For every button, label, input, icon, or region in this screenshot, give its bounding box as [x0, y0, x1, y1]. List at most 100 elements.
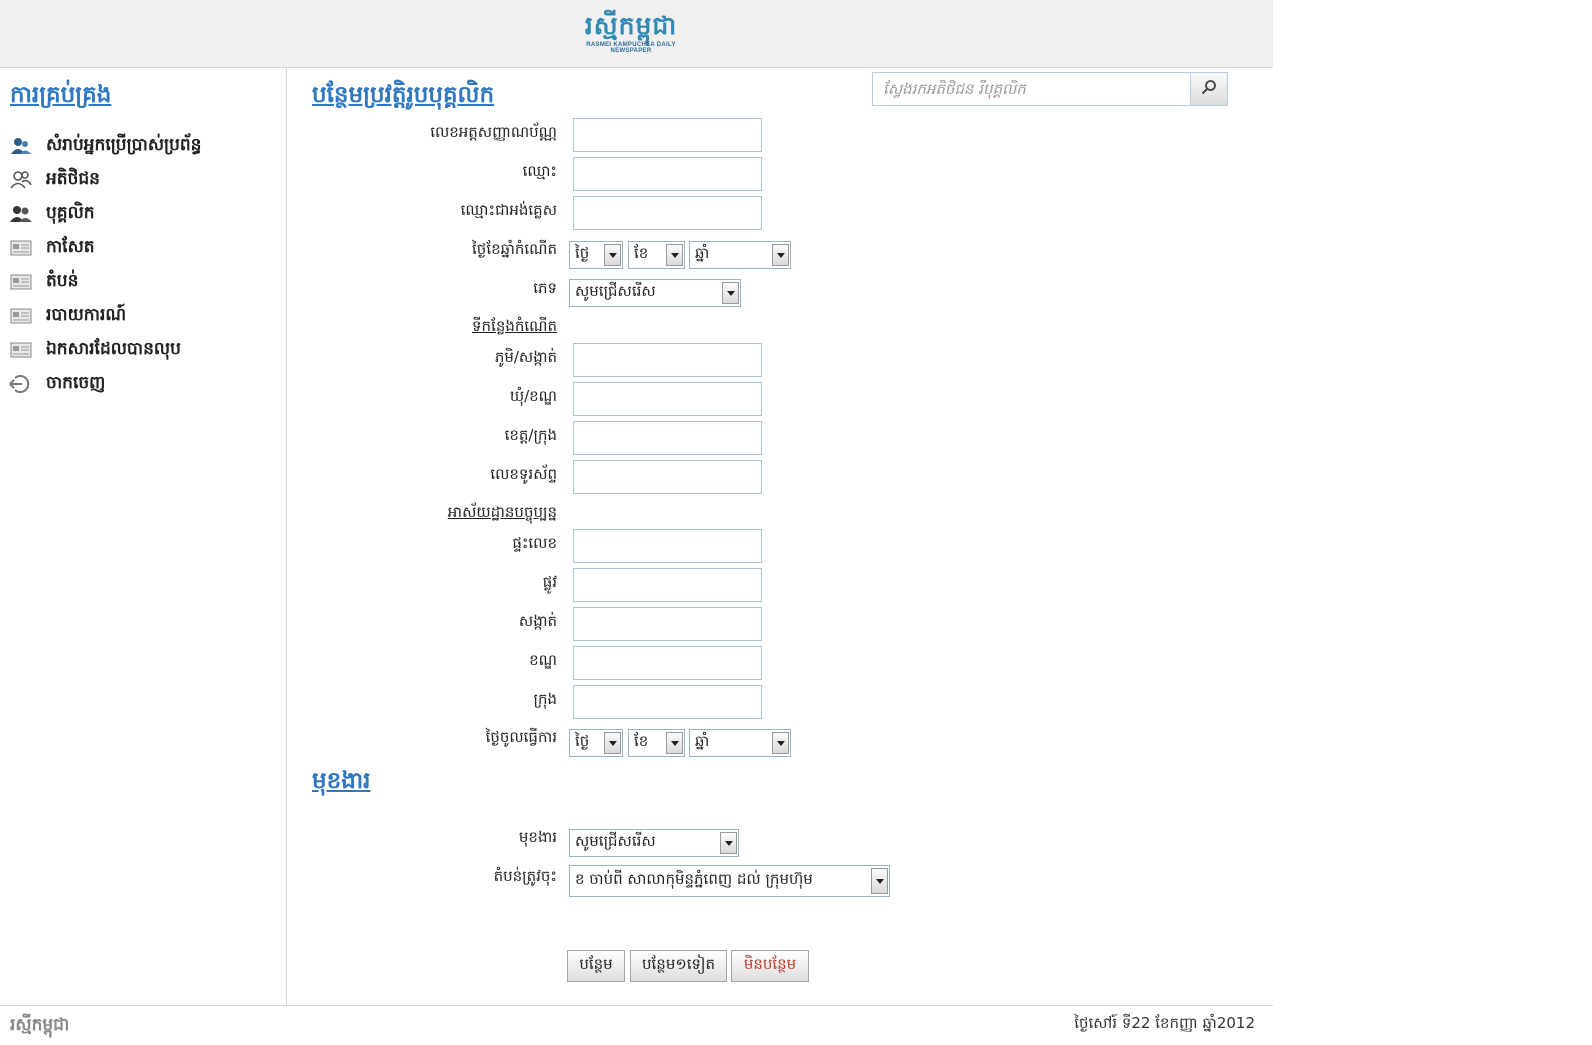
- dob-year-value: ឆ្នាំ: [695, 244, 710, 262]
- report-icon: [8, 305, 34, 327]
- chevron-down-icon: [604, 244, 621, 266]
- sidebar-item-label: របាយការណ៍: [46, 304, 127, 325]
- commune-label: ឃុំ/ខណ្ឌ: [509, 387, 557, 405]
- newspaper-icon: [8, 237, 34, 259]
- dob-day-value: ថ្ងៃ: [575, 244, 590, 262]
- area-label: តំបន់ត្រូវចុះ: [493, 867, 557, 885]
- main-content: បន្ថែមប្រវត្តិរូបបុគ្គលិក លេខអត្តសញ្ញាណប…: [287, 67, 1273, 1005]
- province-label: ខេត្ត/ក្រុង: [504, 426, 557, 444]
- name-label: ឈ្មោះ: [522, 162, 557, 180]
- chevron-down-icon: [604, 732, 621, 754]
- chevron-down-icon: [772, 244, 789, 266]
- cancel-button[interactable]: មិនបន្ថែម: [731, 950, 809, 982]
- sidebar-item-system-users[interactable]: សំរាប់អ្នកប្រើប្រាស់ប្រព័ន្ធ: [8, 129, 201, 163]
- chevron-down-icon: [772, 732, 789, 754]
- footer-date: ថ្ងៃសៅរ៍ ទី22 ខែកញ្ញា ឆ្នាំ2012: [1074, 1014, 1255, 1032]
- sidebar-item-label: ឯកសារដែលបានលុប: [46, 338, 181, 359]
- start-month-select[interactable]: ខែ: [628, 729, 685, 757]
- search-button[interactable]: [1190, 72, 1228, 106]
- name-field[interactable]: [573, 157, 762, 191]
- dob-month-value: ខែ: [634, 244, 649, 262]
- house-field[interactable]: [573, 529, 762, 563]
- village-field[interactable]: [573, 343, 762, 377]
- search-icon: [1201, 79, 1217, 99]
- search-bar: [872, 72, 1232, 106]
- sidebar-menu: សំរាប់អ្នកប្រើប្រាស់ប្រព័ន្ធ អតិថិជន បុគ…: [8, 129, 201, 401]
- page-frame: រស្មីកម្ពុជា RASMEI KAMPUCHEA DAILY NEWS…: [0, 0, 1273, 1044]
- latin-name-field[interactable]: [573, 196, 762, 230]
- position-select[interactable]: សូមជ្រើសរើស: [569, 829, 739, 857]
- khan-field[interactable]: [573, 646, 762, 680]
- latin-name-label: ឈ្មោះជាអង់គ្លេស: [460, 201, 557, 219]
- gender-value: សូមជ្រើសរើស: [575, 282, 656, 300]
- start-day-value: ថ្ងៃ: [575, 732, 590, 750]
- logo-main-text: រស្មីកម្ពុជា: [584, 11, 678, 40]
- add-another-button[interactable]: បន្ថែម១ទៀត: [630, 950, 727, 982]
- area-value: ខ ចាប់ពី សាលាកុមិន្ទភ្នំពេញ ដល់ ក្រុមហ៊ុ…: [575, 870, 813, 888]
- sangkat-field[interactable]: [573, 607, 762, 641]
- birthplace-heading: ទីកន្លែងកំណើត: [472, 317, 557, 335]
- address-heading: អាស័យដ្ឋានបច្ចុប្បន្ន: [447, 503, 557, 521]
- sidebar-item-staff[interactable]: បុគ្គលិក: [8, 197, 201, 231]
- chevron-down-icon: [720, 832, 737, 854]
- sidebar-item-label: ចាកចេញ: [46, 372, 106, 393]
- add-button[interactable]: បន្ថែម: [567, 950, 625, 982]
- area-icon: [8, 271, 34, 293]
- sidebar-item-label: បុគ្គលិក: [46, 202, 95, 223]
- sidebar-item-area[interactable]: តំបន់: [8, 265, 201, 299]
- start-month-value: ខែ: [634, 732, 649, 750]
- logout-icon: [8, 373, 34, 395]
- logo-tagline: RASMEI KAMPUCHEA DAILY NEWSPAPER: [586, 42, 676, 54]
- chevron-down-icon: [666, 244, 683, 266]
- start-year-value: ឆ្នាំ: [695, 732, 710, 750]
- khan-label: ខណ្ឌ: [529, 651, 557, 669]
- province-field[interactable]: [573, 421, 762, 455]
- gender-select[interactable]: សូមជ្រើសរើស: [569, 279, 741, 307]
- sangkat-label: សង្កាត់: [518, 612, 557, 630]
- chevron-down-icon: [722, 282, 739, 304]
- sidebar-item-report[interactable]: របាយការណ៍: [8, 299, 201, 333]
- sidebar-item-label: សំរាប់អ្នកប្រើប្រាស់ប្រព័ន្ធ: [46, 134, 202, 155]
- sidebar-item-deleted-docs[interactable]: ឯកសារដែលបានលុប: [8, 333, 201, 367]
- header: រស្មីកម្ពុជា RASMEI KAMPUCHEA DAILY NEWS…: [0, 0, 1273, 68]
- sidebar-title[interactable]: ការគ្រប់គ្រង: [10, 81, 111, 114]
- search-input[interactable]: [872, 72, 1190, 106]
- phone-field[interactable]: [573, 460, 762, 494]
- sidebar-item-label: អតិថិជន: [46, 168, 100, 189]
- footer-logo: រស្មីកម្ពុជា: [10, 1015, 70, 1035]
- id-card-field[interactable]: [573, 118, 762, 152]
- sidebar-item-newspaper[interactable]: កាសែត: [8, 231, 201, 265]
- commune-field[interactable]: [573, 382, 762, 416]
- phone-label: លេខទូរស័ព្ទ: [490, 465, 557, 483]
- street-field[interactable]: [573, 568, 762, 602]
- position-label: មុខងារ: [518, 828, 557, 846]
- sidebar-item-logout[interactable]: ចាកចេញ: [8, 367, 201, 401]
- job-section-title: មុខងារ: [312, 768, 371, 794]
- dob-label: ថ្ងៃខែឆ្នាំកំណើត: [472, 240, 557, 258]
- sidebar-item-label: កាសែត: [46, 236, 95, 257]
- page-title: បន្ថែមប្រវត្តិរូបបុគ្គលិក: [312, 82, 495, 108]
- area-select[interactable]: ខ ចាប់ពី សាលាកុមិន្ទភ្នំពេញ ដល់ ក្រុមហ៊ុ…: [569, 865, 890, 897]
- deleted-docs-icon: [8, 339, 34, 361]
- dob-day-select[interactable]: ថ្ងៃ: [569, 241, 623, 269]
- position-value: សូមជ្រើសរើស: [575, 832, 656, 850]
- site-logo[interactable]: រស្មីកម្ពុជា RASMEI KAMPUCHEA DAILY NEWS…: [566, 10, 696, 62]
- chevron-down-icon: [871, 868, 888, 894]
- customers-icon: [8, 169, 34, 191]
- footer: រស្មីកម្ពុជា ថ្ងៃសៅរ៍ ទី22 ខែកញ្ញា ឆ្នាំ…: [0, 1005, 1273, 1045]
- chevron-down-icon: [666, 732, 683, 754]
- village-label: ភូមិ/សង្កាត់: [494, 348, 557, 366]
- id-card-label: លេខអត្តសញ្ញាណប័ណ្ណ: [430, 123, 557, 141]
- sidebar-item-customers[interactable]: អតិថិជន: [8, 163, 201, 197]
- sidebar-item-label: តំបន់: [46, 270, 79, 291]
- dob-month-select[interactable]: ខែ: [628, 241, 685, 269]
- sidebar: ការគ្រប់គ្រង សំរាប់អ្នកប្រើប្រាស់ប្រព័ន្…: [0, 67, 287, 1005]
- user-admin-icon: [8, 135, 34, 157]
- city-label: ក្រុង: [533, 690, 557, 708]
- house-label: ផ្ទះលេខ: [512, 534, 557, 552]
- start-day-select[interactable]: ថ្ងៃ: [569, 729, 623, 757]
- dob-year-select[interactable]: ឆ្នាំ: [689, 241, 791, 269]
- staff-icon: [8, 203, 34, 225]
- start-year-select[interactable]: ឆ្នាំ: [689, 729, 791, 757]
- city-field[interactable]: [573, 685, 762, 719]
